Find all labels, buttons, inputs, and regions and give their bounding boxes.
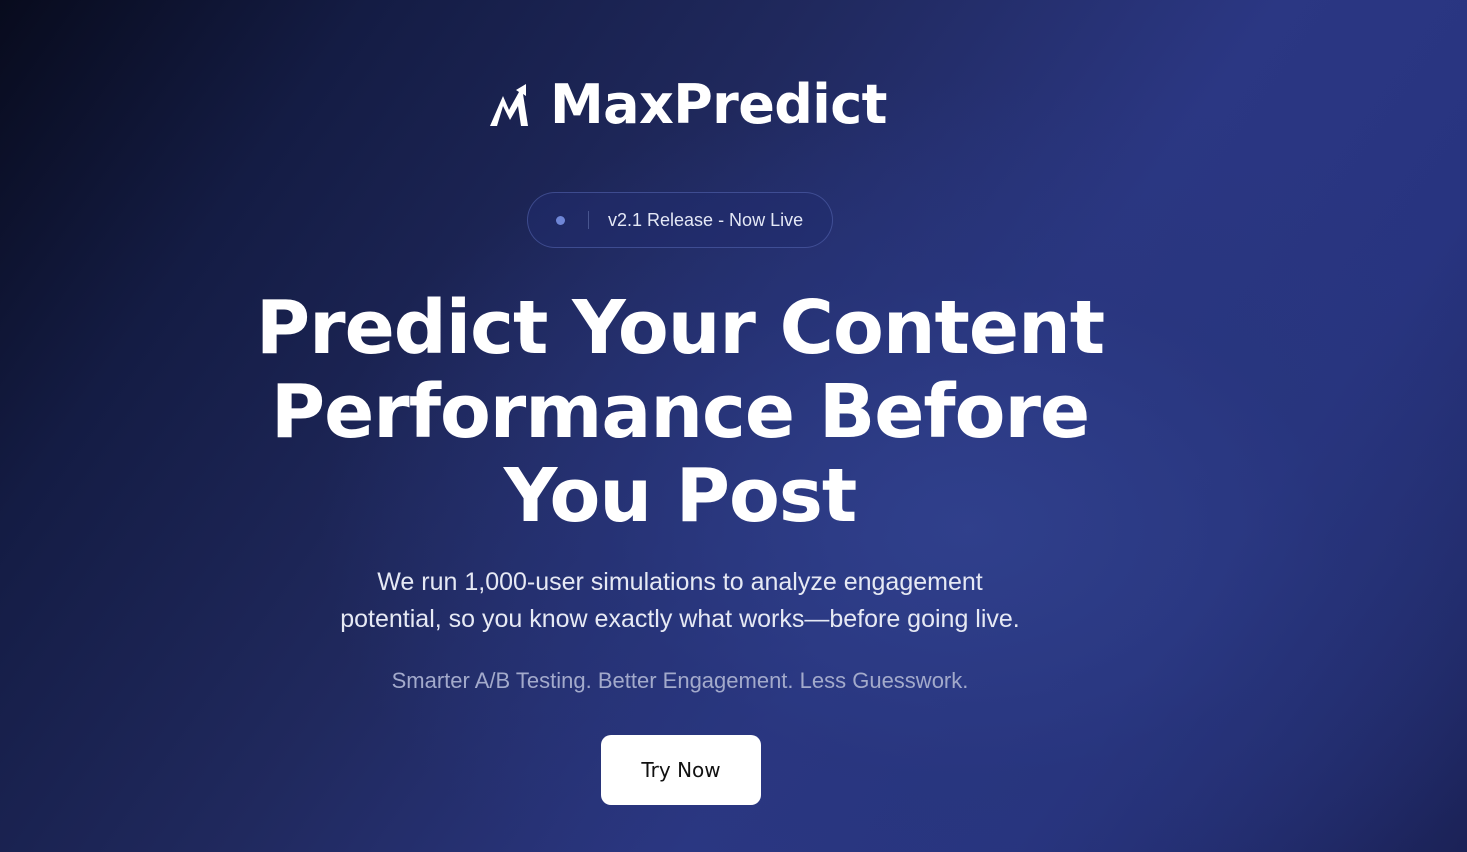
mountain-arrow-icon	[488, 82, 530, 128]
description-line-1: We run 1,000-user simulations to analyze…	[377, 568, 983, 596]
release-badge[interactable]: v2.1 Release - Now Live	[527, 192, 833, 248]
brand-logo[interactable]: MaxPredict	[488, 74, 887, 136]
brand-name: MaxPredict	[550, 73, 887, 136]
hero-tagline: Smarter A/B Testing. Better Engagement. …	[391, 668, 969, 693]
headline-line-3: You Post	[503, 453, 858, 539]
release-badge-text: v2.1 Release - Now Live	[608, 209, 804, 230]
status-dot-icon	[556, 215, 565, 225]
try-now-button[interactable]: Try Now	[601, 735, 761, 805]
hero-description: We run 1,000-user simulations to analyze…	[230, 564, 1130, 638]
hero-headline: Predict Your Content Performance Before …	[180, 286, 1180, 538]
landing-page: MaxPredict v2.1 Release - Now Live Predi…	[0, 0, 1467, 852]
headline-line-2: Performance Before	[270, 369, 1090, 455]
headline-line-1: Predict Your Content	[255, 285, 1105, 371]
pill-divider	[588, 211, 589, 229]
description-line-2: potential, so you know exactly what work…	[340, 605, 1020, 633]
